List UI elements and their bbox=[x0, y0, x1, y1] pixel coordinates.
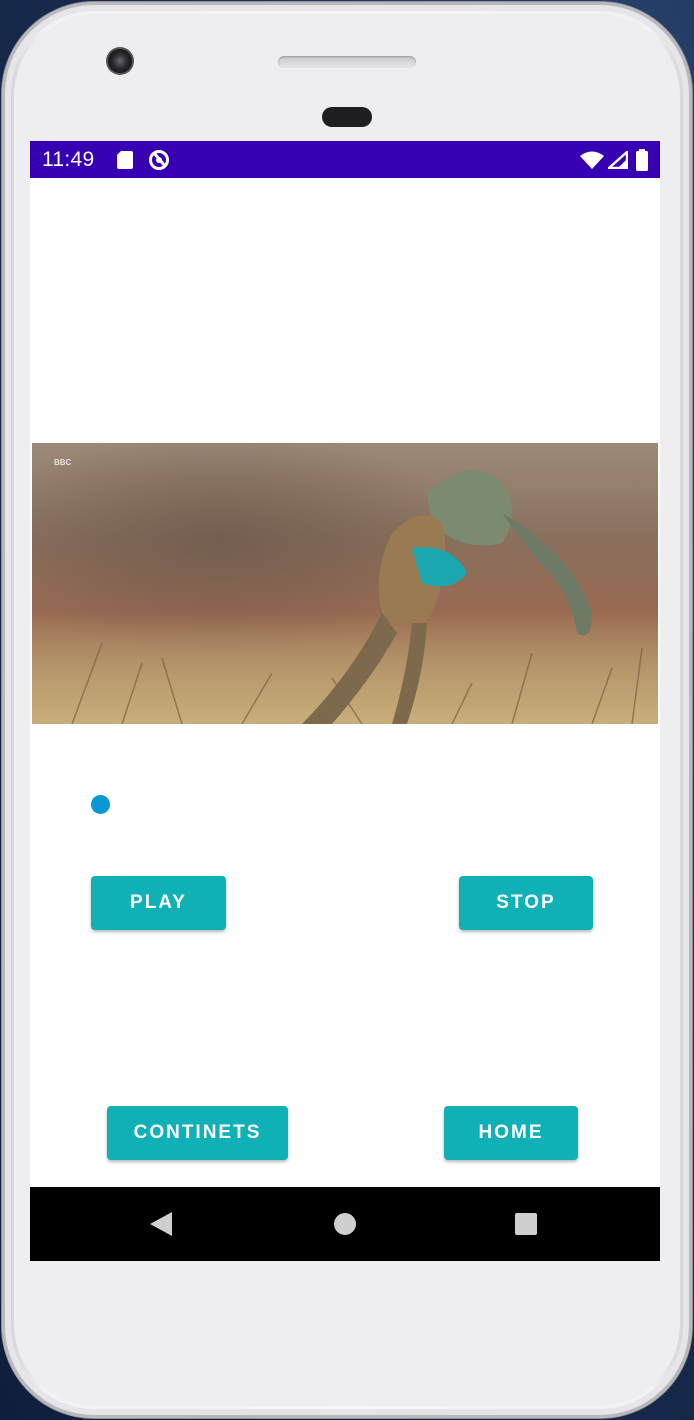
battery-icon bbox=[636, 149, 648, 176]
home-icon[interactable] bbox=[334, 1213, 356, 1240]
video-frame: BBC bbox=[32, 443, 658, 724]
back-icon[interactable] bbox=[150, 1212, 172, 1241]
status-time: 11:49 bbox=[42, 148, 95, 171]
seekbar-thumb[interactable] bbox=[91, 795, 110, 814]
wifi-icon bbox=[580, 151, 604, 174]
earpiece-speaker bbox=[278, 56, 416, 68]
stop-button[interactable]: STOP bbox=[459, 876, 593, 930]
cellular-signal-icon bbox=[605, 149, 629, 174]
front-camera bbox=[106, 47, 134, 75]
status-bar: 11:49 bbox=[30, 141, 660, 178]
navigation-bar bbox=[30, 1187, 660, 1261]
app-screen: 11:49 BBC PLAY STOP CONTINETS HOME bbox=[30, 141, 660, 1261]
proximity-sensor bbox=[322, 107, 372, 127]
sync-disabled-icon bbox=[148, 149, 170, 176]
recents-icon[interactable] bbox=[515, 1213, 537, 1240]
play-button[interactable]: PLAY bbox=[91, 876, 226, 930]
video-watermark: BBC bbox=[54, 458, 72, 467]
video-player[interactable]: BBC bbox=[32, 443, 658, 724]
home-button[interactable]: HOME bbox=[444, 1106, 578, 1160]
continents-button[interactable]: CONTINETS bbox=[107, 1106, 288, 1160]
sd-card-icon bbox=[117, 151, 133, 174]
